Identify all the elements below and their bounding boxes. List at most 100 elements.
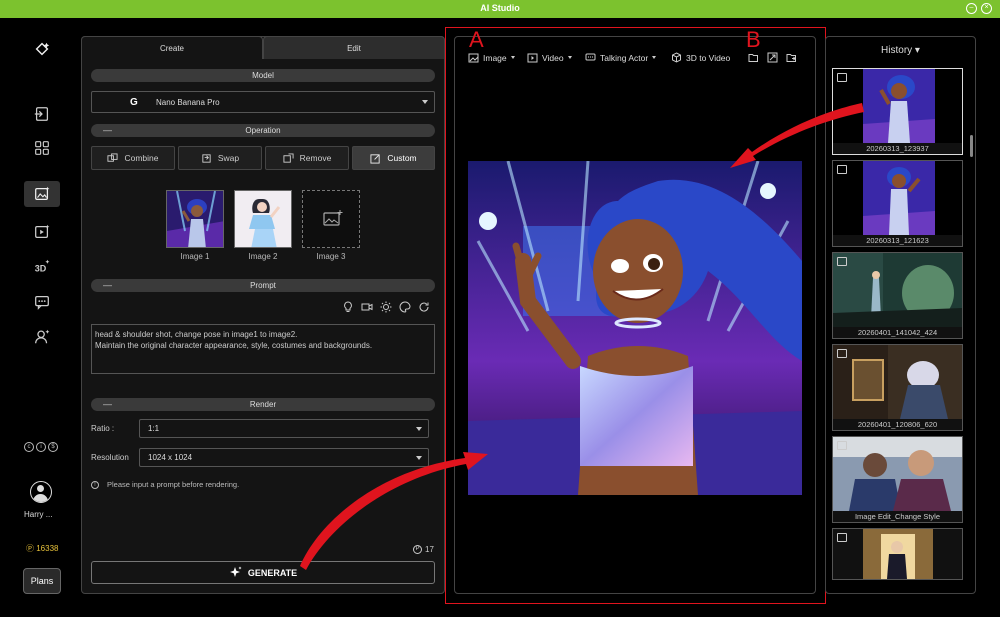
minimize-icon[interactable]: –	[966, 3, 977, 14]
history-item[interactable]	[832, 528, 963, 580]
license-icons: c i $	[24, 442, 58, 452]
title-bar: AI Studio – ×	[0, 0, 1000, 18]
prompt-input[interactable]: head & shoulder shot, change pose in ima…	[91, 324, 435, 374]
combine-button[interactable]: Combine	[91, 146, 175, 170]
resolution-label: Resolution	[91, 453, 129, 462]
image-type-icon	[837, 533, 847, 542]
tab-edit[interactable]: Edit	[263, 36, 445, 59]
resolution-value: 1024 x 1024	[148, 453, 193, 462]
chevron-down-icon	[510, 56, 515, 59]
custom-icon	[370, 153, 380, 164]
3d-to-video-button[interactable]: 3D to Video	[671, 52, 730, 63]
image-2-thumbnail[interactable]	[234, 190, 292, 248]
model-dropdown[interactable]: G Nano Banana Pro	[91, 91, 435, 113]
image-type-icon	[837, 73, 847, 82]
swap-button[interactable]: Swap	[178, 146, 262, 170]
actor-ai-icon[interactable]	[24, 324, 60, 350]
collapse-icon[interactable]: —	[103, 279, 112, 292]
image-ai-icon[interactable]	[24, 181, 60, 207]
open-folder-icon[interactable]	[748, 52, 759, 63]
image-type-icon	[837, 257, 847, 266]
ratio-dropdown[interactable]: 1:1	[139, 419, 429, 438]
resolution-dropdown[interactable]: 1024 x 1024	[139, 448, 429, 467]
video-menu[interactable]: Video	[527, 52, 572, 63]
plans-button[interactable]: Plans	[23, 568, 61, 594]
combine-icon	[107, 152, 119, 162]
image-1-thumbnail[interactable]	[166, 190, 224, 248]
points-value: 16338	[36, 544, 59, 553]
history-item[interactable]: 20260401_141042_424	[832, 252, 963, 339]
dashboard-grid-icon[interactable]	[24, 135, 60, 161]
chat-icon[interactable]	[24, 289, 60, 315]
cube-icon	[672, 52, 681, 63]
generated-image[interactable]	[468, 161, 802, 495]
swap-icon	[202, 153, 211, 163]
chevron-down-icon	[422, 100, 428, 104]
mode-tabs: Create Edit	[81, 36, 445, 59]
remove-icon	[283, 152, 294, 163]
history-item[interactable]: 20260313_123937	[832, 68, 963, 155]
image-menu[interactable]: Image	[468, 52, 515, 63]
chevron-down-icon	[416, 426, 422, 431]
lightbulb-icon[interactable]	[342, 301, 354, 313]
generate-button[interactable]: GENERATE	[91, 561, 435, 584]
history-scrollbar[interactable]	[970, 135, 973, 157]
points-balance: Ⓟ 16338	[26, 544, 59, 553]
chevron-down-icon	[652, 56, 657, 59]
import-icon[interactable]	[24, 101, 60, 127]
annotation-a: A	[469, 27, 484, 52]
history-item[interactable]: 20260401_120806_620	[832, 344, 963, 431]
chevron-down-icon	[416, 455, 422, 460]
history-item[interactable]: Image Edit_Change Style	[832, 436, 963, 523]
image-3-label: Image 3	[316, 252, 346, 261]
generate-cost: P 17	[413, 545, 434, 554]
info-icon: !	[91, 480, 99, 489]
points-icon: P	[413, 545, 422, 554]
left-nav: 3D c i $ Harry ... Ⓟ 16338 Plans	[0, 18, 80, 617]
collapse-icon[interactable]: —	[103, 398, 112, 411]
cc-icon: c	[24, 442, 34, 452]
lighting-icon[interactable]	[380, 301, 392, 313]
refresh-icon[interactable]	[418, 301, 430, 313]
render-hint: ! Please input a prompt before rendering…	[91, 480, 239, 489]
image-type-icon	[837, 349, 847, 358]
app-logo-icon	[24, 36, 60, 62]
add-image-icon	[323, 210, 343, 226]
image-2-label: Image 2	[248, 252, 278, 261]
model-section-header: Model	[91, 69, 435, 82]
user-name: Harry ...	[24, 510, 53, 519]
window-title: AI Studio	[480, 3, 520, 13]
image-3-slot[interactable]	[302, 190, 360, 248]
image-type-icon	[837, 441, 847, 450]
video-ai-icon[interactable]	[24, 219, 60, 245]
custom-button[interactable]: Custom	[352, 146, 435, 170]
talking-actor-menu[interactable]: Talking Actor	[585, 52, 657, 63]
tab-create[interactable]: Create	[81, 36, 263, 59]
expand-icon[interactable]	[767, 52, 778, 63]
ratio-value: 1:1	[148, 424, 160, 433]
export-folder-icon[interactable]	[786, 52, 797, 63]
collapse-icon[interactable]: —	[103, 124, 112, 137]
history-item[interactable]: 20260313_121623	[832, 160, 963, 247]
preview-actions	[748, 52, 797, 63]
chevron-down-icon	[567, 56, 572, 59]
3d-ai-icon[interactable]: 3D	[24, 254, 60, 280]
palette-icon[interactable]	[399, 301, 411, 313]
history-dropdown[interactable]: History ▾	[825, 45, 976, 56]
render-section-header[interactable]: — Render	[91, 398, 435, 411]
chat-bubble-icon	[585, 53, 596, 61]
avatar[interactable]	[30, 481, 52, 503]
ratio-label: Ratio :	[91, 424, 115, 433]
sparkle-icon	[229, 566, 242, 577]
video-icon	[527, 53, 538, 63]
prompt-section-header[interactable]: — Prompt	[91, 279, 435, 292]
annotation-b: B	[746, 27, 761, 52]
operation-section-header[interactable]: — Operation	[91, 124, 435, 137]
image-icon	[468, 53, 479, 63]
edit-panel	[81, 36, 445, 594]
remove-button[interactable]: Remove	[265, 146, 349, 170]
info-icon: i	[36, 442, 46, 452]
close-icon[interactable]: ×	[981, 3, 992, 14]
camera-icon[interactable]	[361, 301, 373, 313]
copyright-icon: $	[48, 442, 58, 452]
